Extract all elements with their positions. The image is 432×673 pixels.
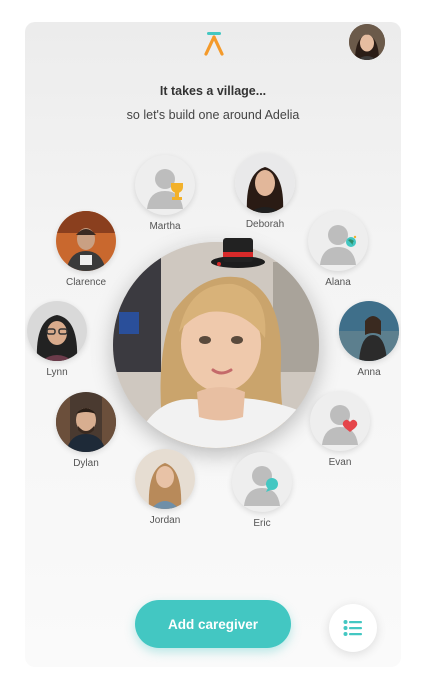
list-view-button[interactable]	[329, 604, 377, 652]
caregiver-martha[interactable]: Martha	[130, 155, 200, 232]
caregiver-anna[interactable]: Anna	[334, 301, 401, 378]
caregiver-dylan[interactable]: Dylan	[51, 392, 121, 469]
caregiver-name: Deborah	[245, 219, 285, 230]
globe-icon	[346, 235, 357, 247]
avatar-placeholder	[308, 211, 368, 271]
caregiver-name: Alana	[325, 277, 351, 288]
avatar-photo	[56, 392, 116, 452]
avatar-placeholder	[135, 155, 195, 215]
caregiver-name: Eric	[253, 518, 271, 529]
avatar-photo	[339, 301, 399, 361]
caregiver-alana[interactable]: Alana	[303, 211, 373, 288]
avatar-photo	[135, 449, 195, 509]
caregiver-name: Dylan	[73, 458, 99, 469]
caregiver-name: Lynn	[46, 367, 68, 378]
avatar-photo	[235, 153, 295, 213]
caregiver-name: Martha	[149, 221, 181, 232]
avatar-placeholder	[232, 452, 292, 512]
app-screen: It takes a village... so let's build one…	[25, 22, 401, 667]
caregiver-lynn[interactable]: Lynn	[25, 301, 92, 378]
caregiver-deborah[interactable]: Deborah	[230, 153, 300, 230]
caregiver-jordan[interactable]: Jordan	[130, 449, 200, 526]
caregiver-evan[interactable]: Evan	[305, 391, 375, 468]
profile-avatar[interactable]	[349, 24, 385, 60]
party-hat-icon	[211, 238, 265, 268]
chat-icon	[266, 478, 278, 492]
list-icon	[343, 620, 362, 636]
caregiver-name: Jordan	[149, 515, 181, 526]
caregiver-name: Evan	[328, 457, 352, 468]
add-caregiver-button[interactable]: Add caregiver	[135, 600, 291, 648]
avatar-placeholder	[310, 391, 370, 451]
page-subtitle: so let's build one around Adelia	[126, 108, 300, 122]
caregiver-name: Anna	[357, 367, 381, 378]
child-photo[interactable]	[113, 242, 319, 448]
trophy-icon	[171, 183, 183, 200]
app-logo-icon	[204, 32, 224, 56]
avatar-photo	[27, 301, 87, 361]
avatar-photo	[56, 211, 116, 271]
caregiver-name: Clarence	[65, 277, 107, 288]
heart-icon	[342, 419, 358, 432]
caregiver-clarence[interactable]: Clarence	[51, 211, 121, 288]
page-title: It takes a village...	[159, 84, 267, 98]
caregiver-eric[interactable]: Eric	[227, 452, 297, 529]
